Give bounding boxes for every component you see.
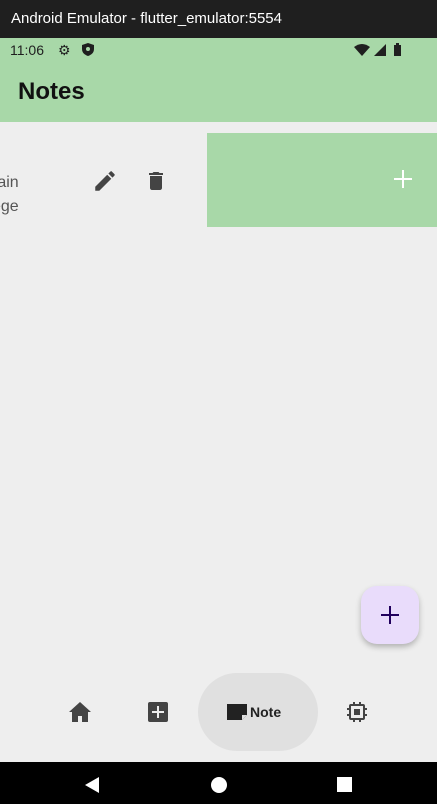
plus-icon xyxy=(381,606,399,624)
status-time: 11:06 xyxy=(10,42,44,58)
home-icon xyxy=(69,702,91,722)
add-note-panel[interactable] xyxy=(207,133,437,227)
note-icon xyxy=(227,704,247,720)
page-title: Notes xyxy=(18,78,85,105)
delete-icon[interactable] xyxy=(144,168,168,194)
window-title-bar: Android Emulator - flutter_emulator:5554 xyxy=(0,0,437,38)
home-circle-icon[interactable] xyxy=(211,777,227,793)
nav-add[interactable] xyxy=(138,673,178,751)
plus-icon xyxy=(394,170,412,188)
edit-icon[interactable] xyxy=(92,168,118,194)
note-title: rain xyxy=(0,174,19,191)
status-bar: 11:06 ⚙ xyxy=(0,38,437,62)
signal-icon xyxy=(374,44,386,56)
back-icon[interactable] xyxy=(84,777,100,793)
window-title: Android Emulator - flutter_emulator:5554 xyxy=(11,10,282,27)
nav-chip[interactable] xyxy=(337,673,377,751)
wifi-icon xyxy=(354,44,370,56)
gear-icon: ⚙ xyxy=(58,42,71,58)
bottom-navigation: Note xyxy=(0,658,437,762)
add-box-icon xyxy=(148,702,168,722)
note-content: ege xyxy=(0,198,19,215)
status-icons-right xyxy=(354,43,401,56)
add-floating-button[interactable] xyxy=(361,586,419,644)
system-navigation-bar xyxy=(0,762,437,804)
note-list-item[interactable]: rain ege xyxy=(0,134,207,228)
nav-note-label: Note xyxy=(250,704,282,720)
nav-note[interactable]: Note xyxy=(198,673,318,751)
app-bar: Notes xyxy=(0,62,437,122)
battery-icon xyxy=(394,45,401,56)
nav-home[interactable] xyxy=(60,673,100,751)
emulator-screen: 11:06 ⚙ Notes rain ege xyxy=(0,38,437,762)
shield-icon xyxy=(82,43,94,56)
recents-icon[interactable] xyxy=(337,777,352,792)
chip-icon xyxy=(347,702,367,722)
